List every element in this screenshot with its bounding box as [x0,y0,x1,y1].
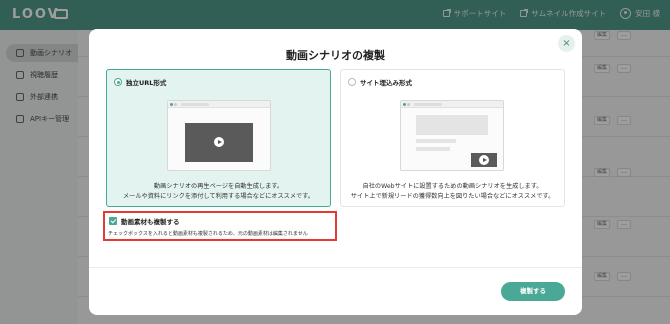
browser-url-bar [414,103,442,106]
browser-url-bar [181,103,209,106]
browser-bar [168,101,270,108]
page-block [416,147,450,151]
embed-preview-illustration [400,100,504,171]
description-line: メールや資料にリンクを添付して利用する場合などにオススメです。 [122,193,314,200]
option-label: 独立URL形式 [126,79,167,87]
video-player [185,123,253,162]
standalone-preview-illustration [167,100,271,171]
browser-dot [170,103,173,106]
copy-assets-note: チェックボックスを入れると動画素材も複製されるため、元の動画素材は編集されません [108,231,308,237]
browser-bar [401,101,503,108]
radio-site-embed[interactable] [348,78,356,86]
play-icon [214,137,224,147]
description-line: 自社のWebサイトに設置するための動画シナリオを生成します。 [362,183,543,190]
browser-dot [407,103,410,106]
option-description: 動画シナリオの再生ページを自動生成します。 メールや資料にリンクを添付して利用す… [107,182,330,202]
play-icon [479,155,489,165]
copy-assets-label[interactable]: 動画素材も複製する [121,216,180,226]
embedded-video [471,153,497,167]
page-block [416,115,488,135]
description-line: 動画シナリオの再生ページを自動生成します。 [153,183,284,190]
description-line: サイト上で新規リードの獲得数向上を図りたい場合などにオススメです。 [350,193,555,200]
copy-assets-checkbox[interactable] [109,217,117,225]
copy-assets-option: 動画素材も複製する チェックボックスを入れると動画素材も複製されるため、元の動画… [103,211,337,241]
duplicate-button[interactable]: 複製する [501,282,565,301]
browser-dot [174,103,177,106]
divider [89,267,582,268]
option-standalone-url[interactable]: 独立URL形式 動画シナリオの再生ページを自動生成します。 メールや資料にリンク… [106,69,331,207]
close-button[interactable]: × [558,35,575,52]
option-site-embed[interactable]: サイト埋込み形式 自社のWebサイトに設置するための動画シナリオを生成します。 … [340,69,565,207]
option-label: サイト埋込み形式 [360,79,412,87]
duplicate-scenario-modal: 動画シナリオの複製 × 独立URL形式 動画シナリオの再生ページを自動生成します… [89,29,582,315]
modal-title: 動画シナリオの複製 [286,49,385,62]
browser-dot [403,103,406,106]
page-block [416,139,456,143]
option-description: 自社のWebサイトに設置するための動画シナリオを生成します。 サイト上で新規リー… [341,182,564,202]
radio-standalone-url[interactable] [114,78,122,86]
